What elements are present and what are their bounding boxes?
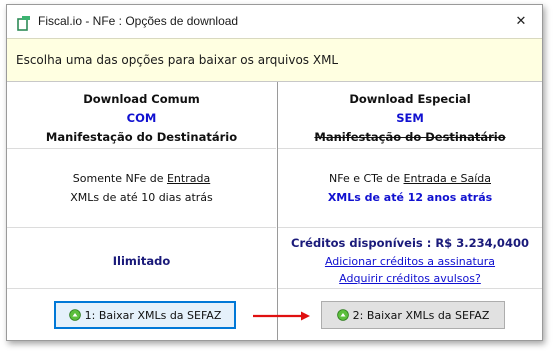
right-manifest-label: Manifestação do Destinatário [314, 130, 506, 144]
buy-credits-link-row: Adquirir créditos avulsos? [278, 272, 542, 285]
right-heading: Download Especial [349, 92, 471, 106]
right-sem-label: SEM [396, 111, 424, 125]
left-com-label: COM [126, 111, 157, 125]
instruction-banner: Escolha uma das opções para baixar os ar… [7, 38, 542, 82]
banner-text: Escolha uma das opções para baixar os ar… [16, 53, 339, 67]
right-xml-age: XMLs de até 12 anos atrás [327, 191, 493, 204]
right-desc: NFe e CTe de Entrada e Saída [278, 172, 542, 185]
left-manifest-label: Manifestação do Destinatário [45, 130, 238, 144]
left-desc-prefix: Somente NFe de [72, 172, 167, 185]
left-heading: Download Comum [83, 92, 200, 106]
download-especial-label: 2: Baixar XMLs da SEFAZ [352, 308, 490, 322]
add-credits-link-row: Adicionar créditos a assinatura [278, 255, 542, 268]
download-icon [336, 309, 349, 321]
title-bar[interactable]: Fiscal.io - NFe : Opções de download ✕ [7, 5, 542, 38]
right-desc-prefix: NFe e CTe de [328, 172, 404, 185]
left-desc-entrada: Entrada [166, 172, 211, 185]
download-icon [68, 309, 81, 321]
right-separator-2 [278, 227, 542, 228]
left-separator-1 [7, 148, 276, 149]
left-xml-age: XMLs de até 10 dias atrás [70, 191, 213, 204]
buy-credits-link[interactable]: Adquirir créditos avulsos? [339, 272, 481, 285]
left-limit: Ilimitado [112, 254, 171, 268]
arrow-icon [253, 311, 310, 321]
credits-available: Créditos disponíveis : R$ 3.234,0400 [291, 236, 529, 250]
download-especial-button[interactable]: 2: Baixar XMLs da SEFAZ [321, 301, 505, 329]
left-separator-2 [7, 227, 276, 228]
right-desc-entrada-saida: Entrada e Saída [403, 172, 491, 185]
download-comum-label: 1: Baixar XMLs da SEFAZ [84, 308, 222, 322]
right-separator-1 [278, 148, 542, 149]
close-button[interactable]: ✕ [500, 5, 542, 38]
left-separator-3 [7, 288, 276, 289]
window-title: Fiscal.io - NFe : Opções de download [38, 14, 239, 28]
close-icon: ✕ [515, 14, 527, 29]
download-comum-button[interactable]: 1: Baixar XMLs da SEFAZ [54, 301, 236, 329]
dialog-window: Fiscal.io - NFe : Opções de download ✕ E… [6, 4, 543, 341]
left-desc: Somente NFe de Entrada [7, 172, 276, 185]
app-icon [17, 16, 30, 31]
right-separator-3 [278, 288, 542, 289]
add-credits-link[interactable]: Adicionar créditos a assinatura [325, 255, 495, 268]
